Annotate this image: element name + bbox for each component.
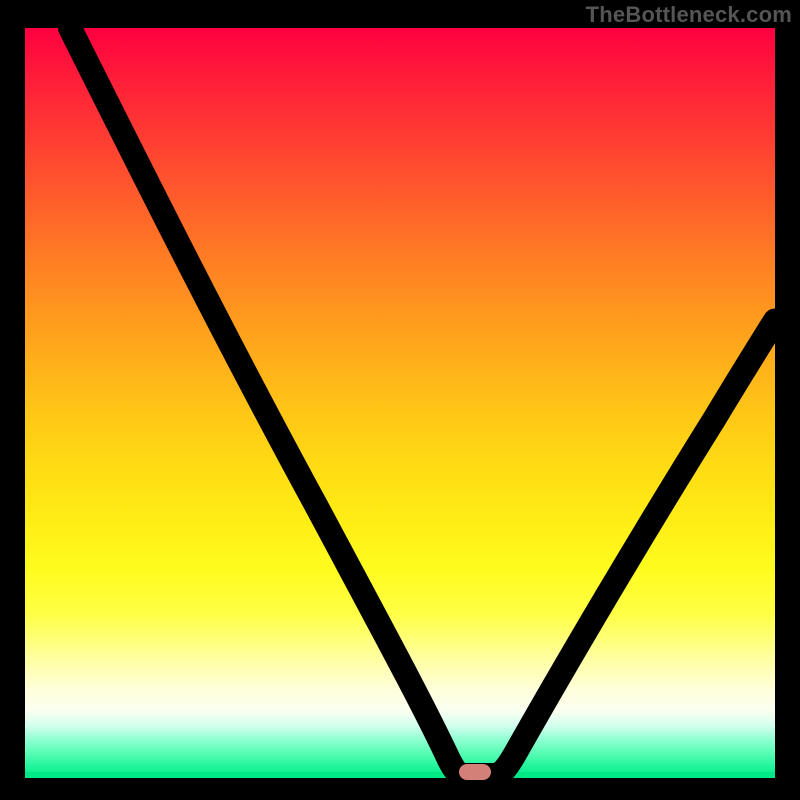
curve-right-branch (494, 321, 775, 776)
optimal-point-marker (459, 764, 491, 780)
plot-area (25, 28, 775, 778)
curve-left-branch (70, 28, 494, 775)
bottleneck-curve (25, 28, 775, 778)
watermark-text: TheBottleneck.com (586, 2, 792, 28)
chart-frame: TheBottleneck.com (0, 0, 800, 800)
